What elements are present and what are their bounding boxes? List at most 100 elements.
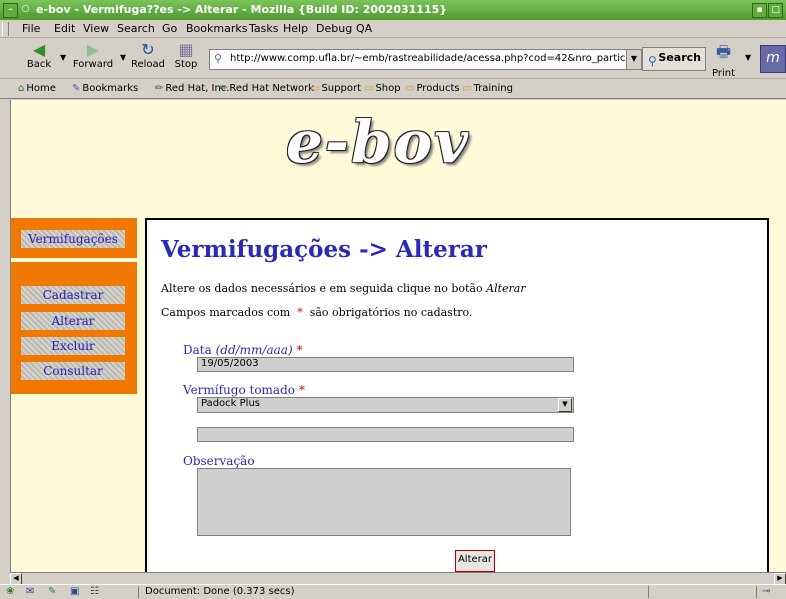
menu-view[interactable]: View [83,22,109,35]
mail-icon[interactable]: ✉ [26,586,34,597]
sidebar-item-excluir[interactable]: Excluir [21,337,125,355]
sidebar-section-vermifugacoes[interactable]: Vermifugações [21,230,125,248]
training-label: Training [473,83,513,94]
sidebar-item-cadastrar[interactable]: Cadastrar [21,286,125,304]
required-suffix: são obrigatórios no cadastro. [309,306,473,319]
menu-qa[interactable]: QA [356,22,372,35]
horizontal-scrollbar[interactable]: ◀ ▶ [10,572,786,585]
date-format-hint: (dd/mm/aaa) [215,343,293,357]
page-title: Vermifugações -> Alterar [161,236,487,263]
window-menu-icon[interactable]: – [3,3,18,18]
stop-button[interactable]: ▦ Stop [173,40,199,71]
observacao-textarea[interactable] [197,468,571,536]
training-link[interactable]: ▭ Training [462,83,513,94]
menu-help[interactable]: Help [283,22,308,35]
page-proxy-icon: ⚲ [214,52,223,65]
stop-icon: ▦ [178,40,194,59]
menu-tasks[interactable]: Tasks [249,22,278,35]
mozilla-throbber-icon[interactable]: m [760,45,786,73]
training-folder-icon: ▭ [462,83,472,94]
window-stick-icon[interactable]: ○ [19,3,32,16]
required-note: Campos marcados com * são obrigatórios n… [161,306,472,319]
url-history-dropdown[interactable]: ▼ [626,49,642,70]
home-label: Home [26,83,56,94]
menu-search[interactable]: Search [117,22,155,35]
date-label-text: Data [183,343,212,357]
maximize-icon[interactable]: □ [768,3,783,18]
sidebar-section-box: Vermifugações [11,218,137,258]
search-label: Search [658,51,701,64]
vermifugo-selected-value: Padock Plus [201,398,260,409]
forward-history-dropdown[interactable]: ▼ [120,53,126,62]
menu-file[interactable]: File [22,22,40,35]
shop-link[interactable]: ▭ Shop [364,83,401,94]
rhn-link[interactable]: ✏ Red Hat Network [219,83,314,94]
url-text: http://www.comp.ufla.br/~emb/rastreabili… [230,53,648,64]
chevron-down-icon[interactable]: ▼ [558,398,572,412]
navigator-icon[interactable]: ❀ [6,586,14,597]
vermifugo-label-text: Vermífugo tomado [183,383,295,397]
minimize-icon[interactable]: ▪ [752,3,767,18]
bookmarks-link[interactable]: ✎ Bookmarks [72,83,138,94]
sidebar-item-consultar[interactable]: Consultar [21,362,125,380]
url-field[interactable]: ⚲ http://www.comp.ufla.br/~emb/rastreabi… [209,49,648,70]
print-button[interactable]: 🖶 Print [712,41,735,79]
toolbar-grip[interactable] [2,22,9,36]
address-book-icon[interactable]: ☷ [90,586,99,597]
reload-button[interactable]: ↻ Reload [131,41,166,71]
status-separator [756,586,757,598]
menu-go[interactable]: Go [162,22,177,35]
back-arrow-icon: ◀ [32,40,46,59]
shop-folder-icon: ▭ [364,83,374,94]
forward-button[interactable]: ▶ Forward [72,40,114,71]
print-dropdown[interactable]: ▼ [745,53,751,62]
rhn-bookmark-icon: ✏ [219,83,228,94]
stop-label: Stop [174,59,198,70]
menu-debug[interactable]: Debug [316,22,352,35]
status-separator [138,586,139,598]
menu-bookmarks[interactable]: Bookmarks [186,22,247,35]
search-button[interactable]: ⚲ Search [642,47,706,71]
instruction-button-name: Alterar [486,282,526,295]
composer-icon[interactable]: ✎ [48,586,56,597]
printer-icon: 🖶 [715,42,732,61]
page-content: e-bov Vermifugações Cadastrar Alterar Ex… [10,100,786,572]
main-panel: Vermifugações -> Alterar Altere os dados… [145,218,769,572]
search-icon: ⚲ [648,54,657,68]
back-history-dropdown[interactable]: ▼ [60,53,66,62]
status-bar: ❀ ✉ ✎ ▣ ☷ Document: Done (0.373 secs) ⊸ [0,584,786,599]
ebov-logo: e-bov [286,108,470,176]
support-folder-icon: ▭ [310,83,320,94]
vertical-scrollbar[interactable] [774,100,786,572]
products-label: Products [416,83,460,94]
date-required-asterisk: * [296,343,303,357]
rhn-label: Red Hat Network [229,83,315,94]
personal-toolbar: ⌂ Home ✎ Bookmarks ✏ Red Hat, Inc. ✏ Red Hat… [0,80,786,99]
shop-label: Shop [375,83,401,94]
date-label: Data (dd/mm/aaa) * [183,343,302,357]
vermifugo-select[interactable]: Padock Plus ▼ [197,397,574,413]
back-button[interactable]: ◀ Back [22,40,56,71]
products-link[interactable]: ▭ Products [405,83,460,94]
window-title-bar[interactable]: – ○ e-bov - Vermifuga??es -> Alterar - M… [0,0,786,20]
home-link[interactable]: ⌂ Home [18,83,56,94]
instruction-text: Altere os dados necessários e em seguida… [161,282,526,295]
connection-status-icon: ⊸ [762,586,771,597]
required-asterisk: * [297,306,303,319]
home-icon: ⌂ [18,83,25,94]
date-field[interactable]: 19/05/2003 [197,357,574,372]
forward-arrow-icon: ▶ [86,40,100,59]
reload-label: Reload [131,59,166,70]
alterar-button[interactable]: Alterar [454,549,496,572]
observacao-label: Observação [183,454,255,468]
bookmarks-icon: ✎ [72,83,81,94]
extra-field[interactable] [197,427,574,442]
sidebar-item-alterar[interactable]: Alterar [21,312,125,330]
support-label: Support [321,83,361,94]
support-link[interactable]: ▭ Support [310,83,361,94]
instruction-prefix: Altere os dados necessários e em seguida… [161,282,487,295]
menu-edit[interactable]: Edit [54,22,75,35]
chat-icon[interactable]: ▣ [70,586,79,597]
products-folder-icon: ▭ [405,83,415,94]
bookmarks-label: Bookmarks [82,83,139,94]
